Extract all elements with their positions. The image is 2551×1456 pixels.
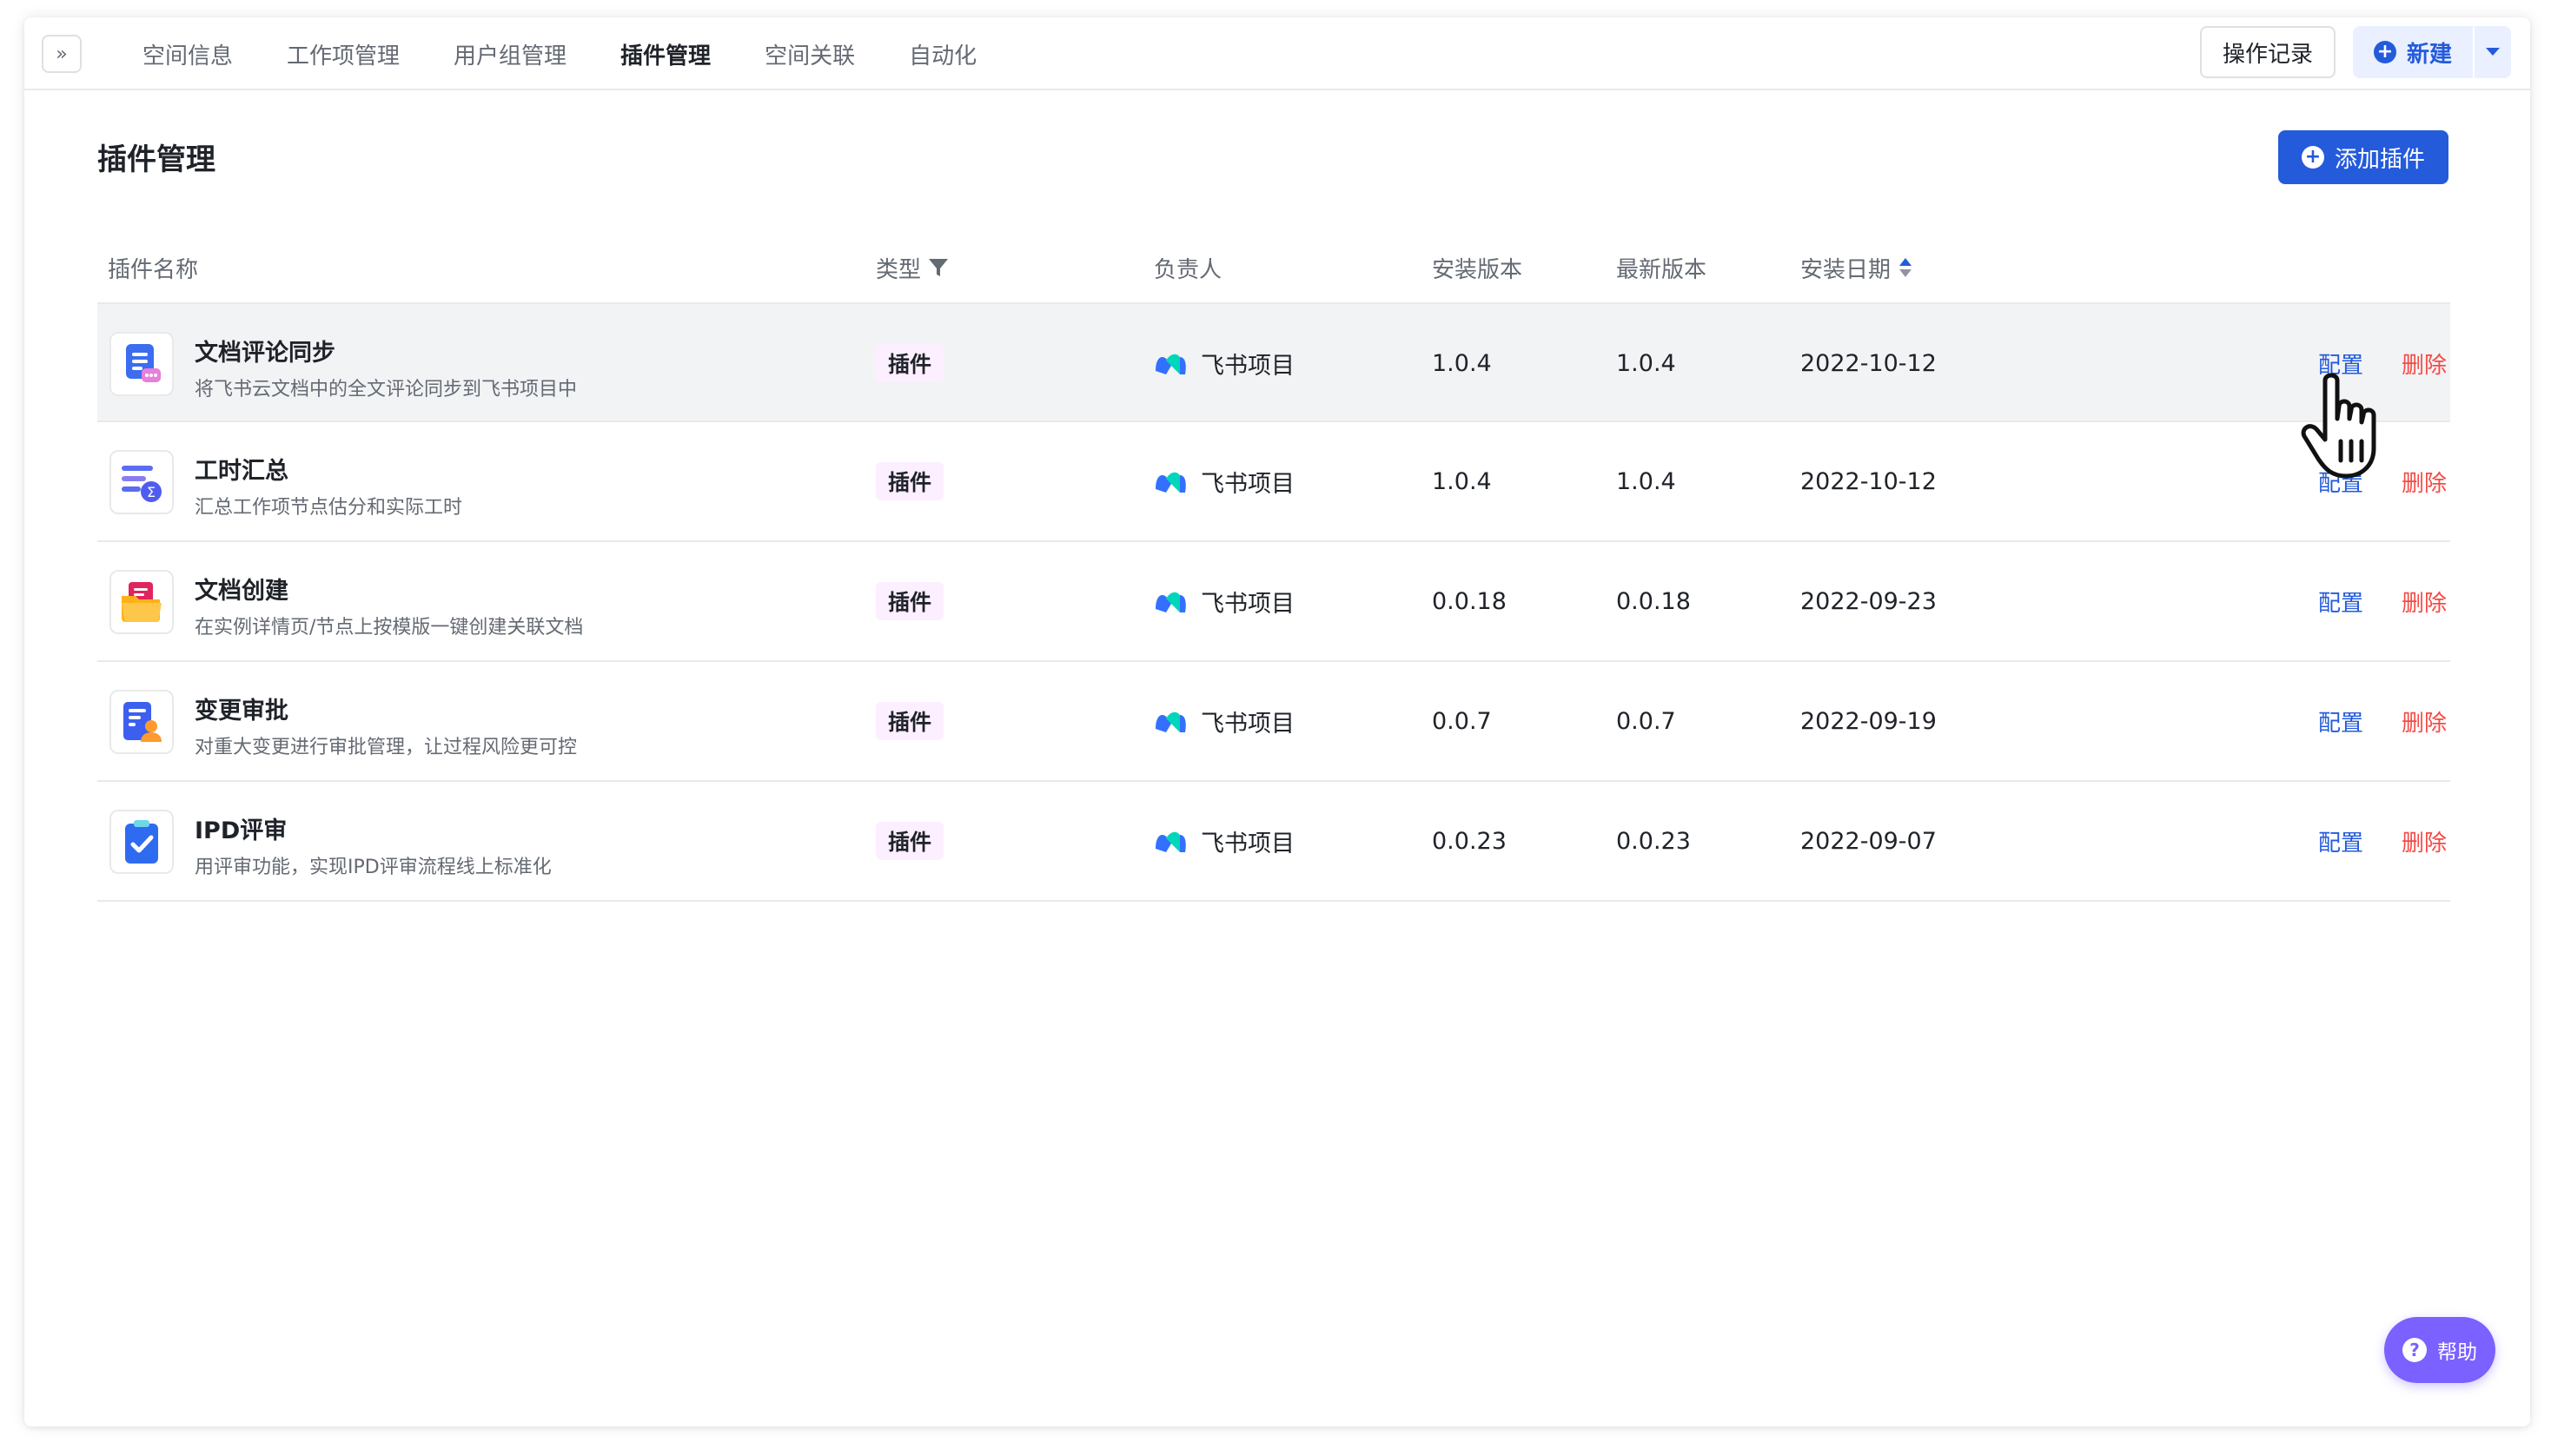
column-header-owner: 负责人 [1154,256,1222,283]
tab-work-item-management[interactable]: 工作项管理 [287,38,400,70]
installed-version: 1.0.4 [1432,349,1492,377]
table-row[interactable]: Σ 工时汇总 汇总工作项节点估分和实际工时 插件 飞书项目 1.0.4 1.0.… [97,422,2450,542]
owner-cell: 飞书项目 [1154,304,1295,422]
doc-comment-icon [109,332,174,396]
latest-version: 0.0.18 [1616,587,1691,615]
install-date: 2022-09-23 [1800,587,1937,615]
feishu-project-logo-icon [1156,711,1186,732]
config-link[interactable]: 配置 [2318,542,2363,660]
tab-space-association[interactable]: 空间关联 [765,38,855,70]
tab-automation[interactable]: 自动化 [909,38,977,70]
config-link[interactable]: 配置 [2318,662,2363,780]
latest-version: 1.0.4 [1616,467,1676,495]
column-header-install-date[interactable]: 安装日期 [1800,233,1913,302]
new-button-label: 新建 [2407,41,2453,68]
delete-link[interactable]: 删除 [2402,422,2447,540]
plugin-name: 文档评论同步 [195,340,335,367]
help-button[interactable]: ? 帮助 [2384,1317,2495,1383]
plugin-description: 用评审功能，实现IPD评审流程线上标准化 [195,857,552,878]
plugin-description: 对重大变更进行审批管理，让过程风险更可控 [195,737,578,758]
owner-cell: 飞书项目 [1154,662,1295,780]
install-date: 2022-09-19 [1800,707,1937,735]
clipboard-check-icon [109,810,174,874]
owner-cell: 飞书项目 [1154,542,1295,660]
column-header-type: 类型 [876,233,949,302]
type-tag: 插件 [876,462,944,500]
feishu-project-logo-icon [1156,472,1186,493]
plugin-name: 变更审批 [195,698,288,725]
add-plugin-button[interactable]: + 添加插件 [2278,130,2448,184]
new-button[interactable]: + 新建 [2353,26,2475,78]
type-tag: 插件 [876,822,944,860]
plus-circle-icon: + [2301,146,2324,169]
install-date: 2022-09-07 [1800,827,1937,855]
table-row[interactable]: 文档创建 在实例详情页/节点上按模版一键创建关联文档 插件 飞书项目 0.0.1… [97,542,2450,662]
double-chevron-right-icon: » [56,43,68,65]
operation-log-button[interactable]: 操作记录 [2200,26,2336,78]
plugin-description: 汇总工作项节点估分和实际工时 [195,497,463,519]
config-link[interactable]: 配置 [2318,782,2363,900]
installed-version: 0.0.18 [1432,587,1507,615]
installed-version: 0.0.23 [1432,827,1507,855]
tab-space-info[interactable]: 空间信息 [142,38,233,70]
owner-name: 飞书项目 [1201,470,1295,498]
install-date: 2022-10-12 [1800,349,1937,377]
delete-link[interactable]: 删除 [2402,782,2447,900]
owner-name: 飞书项目 [1201,830,1295,857]
svg-text:Σ: Σ [147,484,156,500]
delete-link[interactable]: 删除 [2402,542,2447,660]
latest-version: 1.0.4 [1616,349,1676,377]
help-label: 帮助 [2437,1341,2477,1364]
app-window: » 空间信息 工作项管理 用户组管理 插件管理 空间关联 自动化 操作记录 + … [24,17,2530,1426]
delete-link[interactable]: 删除 [2402,662,2447,780]
owner-name: 飞书项目 [1201,710,1295,738]
plugin-name: 文档创建 [195,578,288,605]
space-settings-tabs: 空间信息 工作项管理 用户组管理 插件管理 空间关联 自动化 [142,17,1030,90]
approval-doc-icon [109,690,174,754]
owner-cell: 飞书项目 [1154,422,1295,540]
feishu-project-logo-icon [1156,831,1186,852]
top-nav: » 空间信息 工作项管理 用户组管理 插件管理 空间关联 自动化 操作记录 + … [24,17,2530,90]
plugin-name: IPD评审 [195,817,288,844]
expand-sidebar-button[interactable]: » [42,35,82,73]
question-circle-icon: ? [2402,1338,2427,1362]
hand-pointer-cursor-icon [2301,373,2376,479]
column-header-latest-version: 最新版本 [1616,256,1707,283]
plugin-description: 将飞书云文档中的全文评论同步到飞书项目中 [195,379,578,400]
owner-name: 飞书项目 [1201,590,1295,618]
type-tag: 插件 [876,582,944,620]
installed-version: 1.0.4 [1432,467,1492,495]
sort-icon[interactable] [1898,256,1913,279]
folder-doc-icon [109,570,174,634]
table-row[interactable]: 文档评论同步 将飞书云文档中的全文评论同步到飞书项目中 插件 飞书项目 1.0.… [97,302,2450,422]
table-row[interactable]: 变更审批 对重大变更进行审批管理，让过程风险更可控 插件 飞书项目 0.0.7 … [97,662,2450,782]
tab-plugin-management[interactable]: 插件管理 [620,38,711,70]
latest-version: 0.0.23 [1616,827,1691,855]
table-row[interactable]: IPD评审 用评审功能，实现IPD评审流程线上标准化 插件 飞书项目 0.0.2… [97,782,2450,902]
add-plugin-label: 添加插件 [2334,146,2425,173]
tab-user-group-management[interactable]: 用户组管理 [454,38,567,70]
column-header-installed-version: 安装版本 [1432,256,1523,283]
latest-version: 0.0.7 [1616,707,1676,735]
owner-cell: 飞书项目 [1154,782,1295,900]
new-dropdown-button[interactable] [2475,47,2511,57]
column-header-name: 插件名称 [108,256,199,283]
feishu-project-logo-icon [1156,354,1186,374]
table-header: 插件名称 类型 负责人 安装版本 最新版本 安装日期 [97,233,2450,302]
type-tag: 插件 [876,344,944,382]
install-date: 2022-10-12 [1800,467,1937,495]
installed-version: 0.0.7 [1432,707,1492,735]
plugin-name: 工时汇总 [195,458,288,485]
new-button-group: + 新建 [2353,26,2511,78]
sum-list-icon: Σ [109,450,174,514]
filter-icon[interactable] [928,257,949,278]
page-title: 插件管理 [97,142,215,177]
type-tag: 插件 [876,702,944,740]
caret-down-icon [2486,48,2500,56]
feishu-project-logo-icon [1156,592,1186,612]
delete-link[interactable]: 删除 [2402,304,2447,422]
plus-circle-icon: + [2374,41,2396,63]
owner-name: 飞书项目 [1201,352,1295,380]
plugin-description: 在实例详情页/节点上按模版一键创建关联文档 [195,617,584,639]
